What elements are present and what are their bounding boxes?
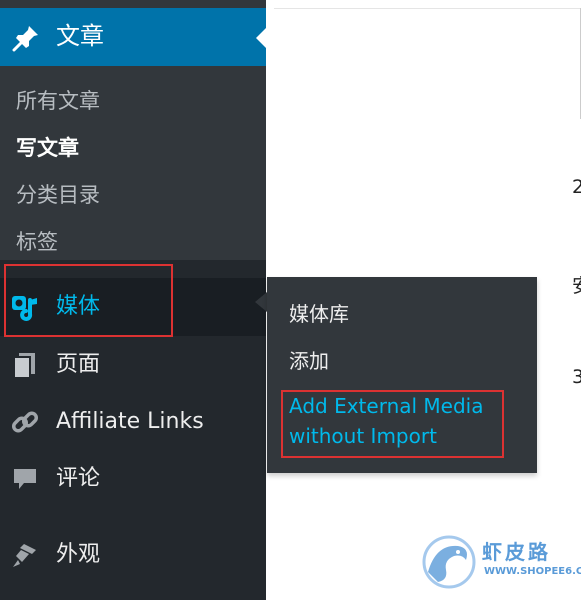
link-icon [10, 407, 40, 437]
paint-brush-icon [10, 540, 40, 570]
flyout-add-new[interactable]: 添加 [289, 346, 329, 376]
media-highlight-box [4, 264, 173, 337]
menu-item-posts[interactable]: 文章 [0, 8, 266, 66]
content-panel [274, 8, 581, 120]
menu-item-pages[interactable]: 页面 [0, 336, 266, 394]
flyout-pointer [255, 292, 267, 312]
watermark-name: 虾皮路 [482, 540, 551, 564]
sidebar-top-strip [0, 0, 266, 8]
menu-item-appearance[interactable]: 外观 [0, 526, 266, 584]
menu-item-pages-label: 页面 [56, 352, 101, 377]
posts-submenu: 所有文章 写文章 分类目录 标签 [0, 66, 266, 260]
menu-item-affiliate-links[interactable]: Affiliate Links [0, 393, 266, 451]
content-edge-text: 3 [572, 366, 581, 388]
submenu-categories[interactable]: 分类目录 [16, 180, 100, 210]
content-edge-text: 2 [572, 176, 581, 198]
current-menu-arrow [256, 28, 266, 48]
comment-bubble-icon [10, 464, 40, 494]
submenu-all-posts[interactable]: 所有文章 [16, 86, 100, 116]
watermark: 虾皮路 WWW.SHOPEE6.COM [418, 532, 581, 596]
flyout-media-library[interactable]: 媒体库 [289, 299, 349, 329]
menu-item-appearance-label: 外观 [56, 542, 101, 567]
menu-item-affiliate-label: Affiliate Links [56, 409, 204, 434]
pushpin-icon [12, 24, 40, 52]
menu-item-posts-label: 文章 [56, 22, 104, 50]
pages-icon [10, 350, 40, 380]
content-edge-text: 安 [572, 271, 581, 298]
submenu-write-post[interactable]: 写文章 [16, 133, 79, 163]
submenu-tags[interactable]: 标签 [16, 227, 58, 257]
menu-item-comments[interactable]: 评论 [0, 450, 266, 508]
menu-item-comments-label: 评论 [56, 466, 101, 491]
watermark-url: WWW.SHOPEE6.COM [484, 566, 581, 577]
external-media-highlight-box [281, 390, 504, 458]
dragon-logo-icon [418, 532, 480, 596]
